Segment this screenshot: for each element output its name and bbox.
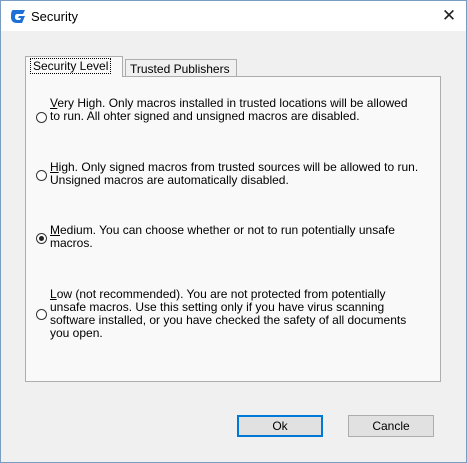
- tab-security-level-label: Security Level: [30, 58, 112, 74]
- radio-very-high[interactable]: [36, 112, 47, 123]
- option-high-label: High. Only signed macros from trusted so…: [50, 160, 419, 187]
- radio-medium[interactable]: [36, 233, 47, 244]
- ok-button[interactable]: Ok: [237, 415, 323, 437]
- window-title: Security: [31, 9, 78, 24]
- close-icon[interactable]: ✕: [438, 6, 460, 26]
- tab-trusted-publishers-label: Trusted Publishers: [130, 62, 230, 76]
- cancel-button[interactable]: Cancle: [348, 415, 434, 437]
- tab-security-level[interactable]: Security Level: [25, 56, 123, 77]
- app-logo-icon: [11, 10, 25, 23]
- title-bar: Security ✕: [1, 1, 466, 31]
- option-medium-label: Medium. You can choose whether or not to…: [50, 223, 395, 250]
- radio-low[interactable]: [36, 309, 47, 320]
- security-dialog: Security ✕ Security Level Trusted Publis…: [0, 0, 467, 463]
- option-low-label: Low (not recommended). You are not prote…: [50, 287, 407, 340]
- radio-high[interactable]: [36, 170, 47, 181]
- option-very-high-label: Very High. Only macros installed in trus…: [50, 96, 408, 123]
- security-level-panel: Very High. Only macros installed in trus…: [25, 76, 441, 382]
